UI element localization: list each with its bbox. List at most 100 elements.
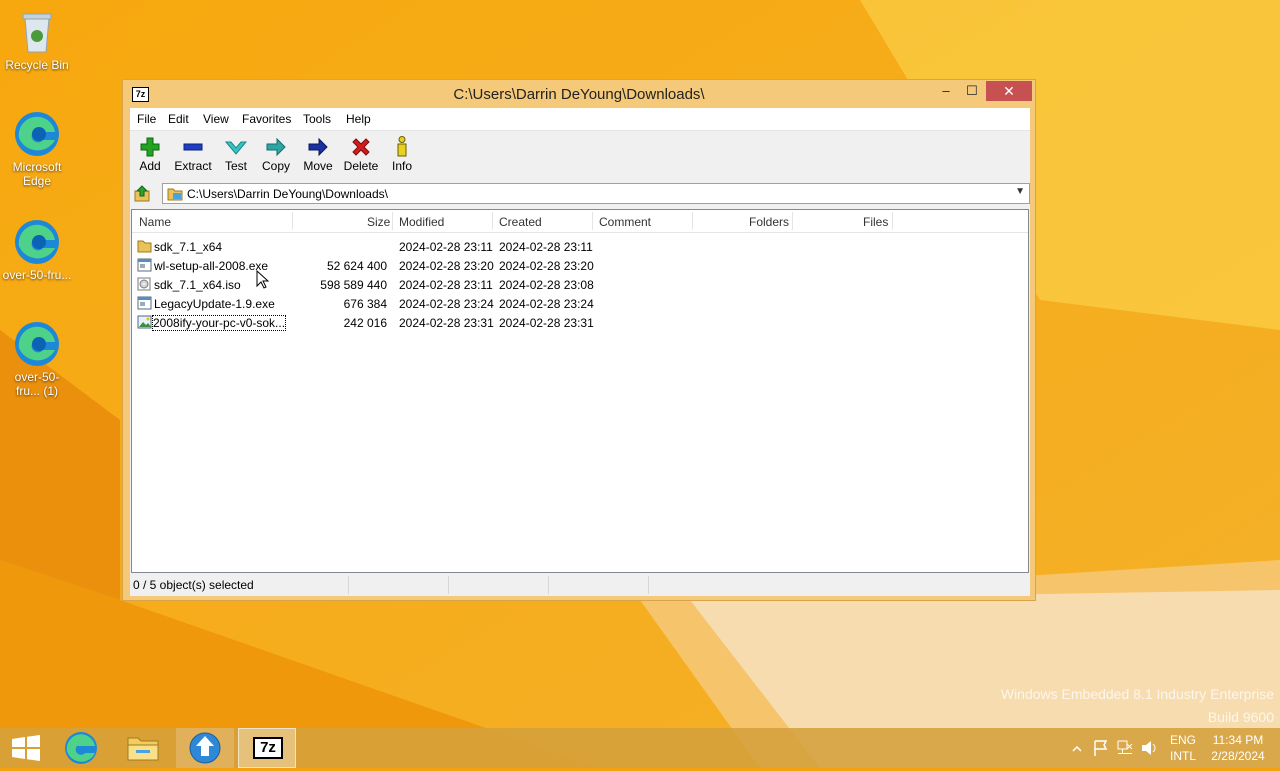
table-row[interactable]: 2008ify-your-pc-v0-sok... 242 016 2024-0… — [132, 313, 1028, 332]
info-label: Info — [391, 159, 412, 173]
clock-button[interactable]: 11:34 PM 2/28/2024 — [1204, 732, 1272, 764]
column-name[interactable]: Name — [139, 215, 171, 229]
minus-icon — [170, 135, 216, 159]
folder-up-icon — [134, 185, 150, 202]
file-size: 676 384 — [343, 297, 387, 311]
taskbar-legacy-update[interactable] — [176, 728, 234, 768]
column-divider[interactable] — [492, 212, 493, 230]
action-center-button[interactable] — [1092, 728, 1110, 768]
plus-icon — [133, 135, 167, 159]
menu-file[interactable]: File — [137, 112, 156, 126]
info-button[interactable]: Info — [388, 135, 416, 173]
column-comment[interactable]: Comment — [599, 215, 651, 229]
column-files[interactable]: Files — [863, 215, 888, 229]
edge-icon — [13, 320, 61, 368]
file-name: sdk_7.1_x64 — [154, 240, 223, 254]
menu-tools[interactable]: Tools — [303, 112, 331, 126]
folder-icon — [167, 188, 183, 201]
status-segment — [448, 576, 549, 594]
menu-edit[interactable]: Edit — [168, 112, 189, 126]
edge-shortcut[interactable]: Microsoft Edge — [0, 110, 74, 188]
check-icon — [219, 135, 253, 159]
column-size[interactable]: Size — [367, 215, 390, 229]
show-hidden-icons-button[interactable] — [1070, 728, 1085, 768]
status-bar: 0 / 5 object(s) selected — [130, 574, 1030, 596]
selection-status: 0 / 5 object(s) selected — [133, 578, 254, 592]
address-bar-row: C:\Users\Darrin DeYoung\Downloads\ ▼ — [130, 182, 1030, 207]
folder-up-button[interactable] — [133, 185, 151, 203]
column-divider[interactable] — [292, 212, 293, 230]
copy-arrow-icon — [258, 135, 294, 159]
address-combobox[interactable]: C:\Users\Darrin DeYoung\Downloads\ ▼ — [162, 183, 1030, 204]
column-divider[interactable] — [892, 212, 893, 230]
7zip-app-icon: 7z — [253, 737, 283, 759]
table-row[interactable]: sdk_7.1_x64 2024-02-28 23:11 2024-02-28 … — [132, 237, 1028, 256]
move-label: Move — [303, 159, 333, 173]
file-created: 2024-02-28 23:31 — [499, 316, 594, 330]
file-list[interactable]: Name Size Modified Created Comment Folde… — [131, 209, 1029, 573]
window-client: File Edit View Favorites Tools Help Add … — [130, 108, 1030, 596]
column-divider[interactable] — [592, 212, 593, 230]
window-title: C:\Users\Darrin DeYoung\Downloads\ — [453, 86, 705, 103]
input-language-button[interactable]: ENG INTL — [1166, 732, 1200, 764]
over-50-copy-shortcut[interactable]: over-50-fru... (1) — [0, 320, 74, 398]
minimize-button[interactable]: – — [935, 81, 957, 101]
file-manager-window: 7z C:\Users\Darrin DeYoung\Downloads\ – … — [122, 79, 1036, 601]
extract-button[interactable]: Extract — [170, 135, 216, 173]
column-modified[interactable]: Modified — [399, 215, 444, 229]
title-bar[interactable]: 7z C:\Users\Darrin DeYoung\Downloads\ – … — [123, 80, 1035, 108]
column-folders[interactable]: Folders — [749, 215, 789, 229]
start-button[interactable] — [0, 728, 58, 768]
folder-icon — [137, 240, 152, 253]
copy-button[interactable]: Copy — [258, 135, 294, 173]
table-row[interactable]: LegacyUpdate-1.9.exe 676 384 2024-02-28 … — [132, 294, 1028, 313]
close-button[interactable]: ✕ — [986, 81, 1032, 101]
menu-bar: File Edit View Favorites Tools Help — [130, 108, 1030, 131]
move-button[interactable]: Move — [300, 135, 336, 173]
menu-favorites[interactable]: Favorites — [242, 112, 291, 126]
flag-icon — [1094, 740, 1108, 756]
file-modified: 2024-02-28 23:11 — [399, 240, 493, 254]
taskbar-edge[interactable] — [52, 728, 110, 768]
file-modified: 2024-02-28 23:31 — [399, 316, 494, 330]
file-name: wl-setup-all-2008.exe — [154, 259, 269, 273]
test-button[interactable]: Test — [219, 135, 253, 173]
taskbar-7zip[interactable]: 7z — [238, 728, 296, 768]
taskbar-file-explorer[interactable] — [114, 728, 172, 768]
network-button[interactable] — [1116, 728, 1134, 768]
column-divider[interactable] — [392, 212, 393, 230]
exe-file-icon — [137, 258, 152, 272]
file-modified: 2024-02-28 23:24 — [399, 297, 494, 311]
column-created[interactable]: Created — [499, 215, 542, 229]
language-code: ENG — [1169, 733, 1196, 747]
edge-icon — [13, 110, 61, 158]
file-size: 598 589 440 — [320, 278, 387, 292]
over-50-shortcut[interactable]: over-50-fru... — [0, 218, 74, 282]
file-name: LegacyUpdate-1.9.exe — [154, 297, 275, 311]
file-created: 2024-02-28 23:20 — [499, 259, 594, 273]
file-size: 52 624 400 — [326, 259, 387, 273]
chevron-down-icon[interactable]: ▼ — [1015, 186, 1025, 197]
column-divider[interactable] — [792, 212, 793, 230]
menu-view[interactable]: View — [203, 112, 229, 126]
recycle-bin-label: Recycle Bin — [5, 58, 69, 72]
toolbar: Add Extract Test Copy Move Delete Info — [130, 131, 1030, 181]
maximize-button[interactable]: ☐ — [961, 81, 983, 101]
file-created: 2024-02-28 23:24 — [499, 297, 594, 311]
mouse-cursor-icon — [256, 270, 270, 289]
add-button[interactable]: Add — [133, 135, 167, 173]
menu-help[interactable]: Help — [346, 112, 371, 126]
volume-button[interactable] — [1140, 728, 1158, 768]
file-modified: 2024-02-28 23:20 — [399, 259, 494, 273]
delete-button[interactable]: Delete — [341, 135, 381, 173]
os-watermark-edition: Windows Embedded 8.1 Industry Enterprise — [1000, 686, 1274, 702]
file-modified: 2024-02-28 23:11 — [399, 278, 493, 292]
edge-icon — [13, 218, 61, 266]
file-explorer-icon — [127, 737, 159, 761]
recycle-bin-shortcut[interactable]: Recycle Bin — [0, 8, 74, 72]
column-divider[interactable] — [692, 212, 693, 230]
add-label: Add — [139, 159, 161, 173]
status-segment — [648, 576, 1029, 594]
chevron-up-icon — [1072, 745, 1082, 752]
status-segment — [548, 576, 649, 594]
